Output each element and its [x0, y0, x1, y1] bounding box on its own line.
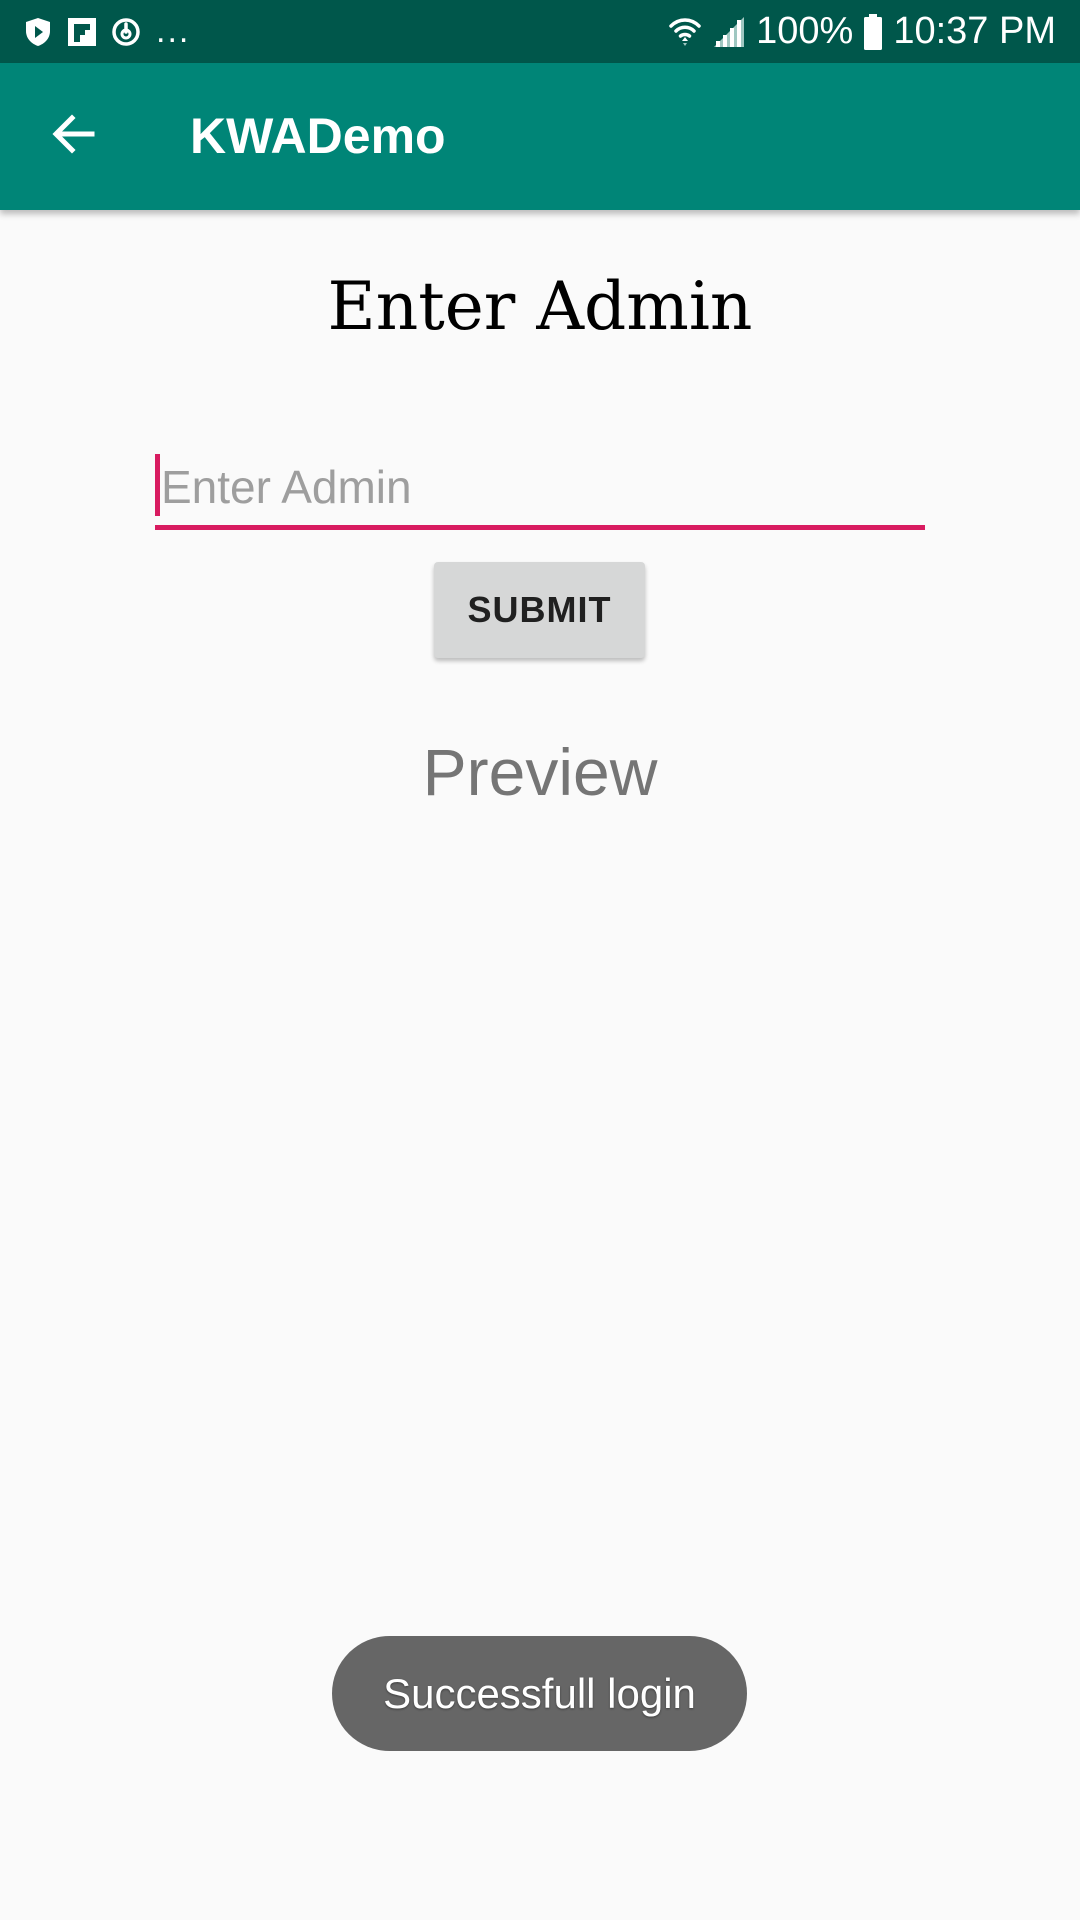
- submit-button[interactable]: SUBMIT: [434, 562, 645, 658]
- page-heading: Enter Admin: [327, 268, 753, 345]
- admin-input-container: [155, 448, 925, 530]
- flipboard-icon: [66, 16, 98, 48]
- preview-text: Preview: [422, 735, 658, 809]
- input-underline: [155, 525, 925, 530]
- wifi-icon: [668, 15, 702, 49]
- app-bar: KWADemo: [0, 63, 1080, 210]
- app-title: KWADemo: [190, 108, 446, 164]
- more-notifications-indicator: ...: [156, 12, 191, 50]
- screen: ... 100% 10:37 PM KWADemo Enter Admin En…: [0, 0, 1080, 1920]
- shield-play-icon: [22, 16, 54, 48]
- back-button[interactable]: [36, 99, 111, 174]
- battery-icon: [863, 13, 883, 50]
- text-cursor: [155, 454, 160, 516]
- status-notifications: ...: [22, 0, 190, 63]
- signal-icon: [712, 15, 746, 49]
- status-system: 100% 10:37 PM: [668, 0, 1056, 63]
- admin-input[interactable]: [155, 448, 925, 526]
- power-sync-icon: [110, 16, 142, 48]
- arrow-back-icon: [50, 110, 98, 163]
- status-bar: ... 100% 10:37 PM: [0, 0, 1080, 63]
- battery-percent: 100%: [756, 10, 854, 52]
- toast-message: Successfull login: [332, 1636, 747, 1751]
- clock: 10:37 PM: [893, 10, 1056, 52]
